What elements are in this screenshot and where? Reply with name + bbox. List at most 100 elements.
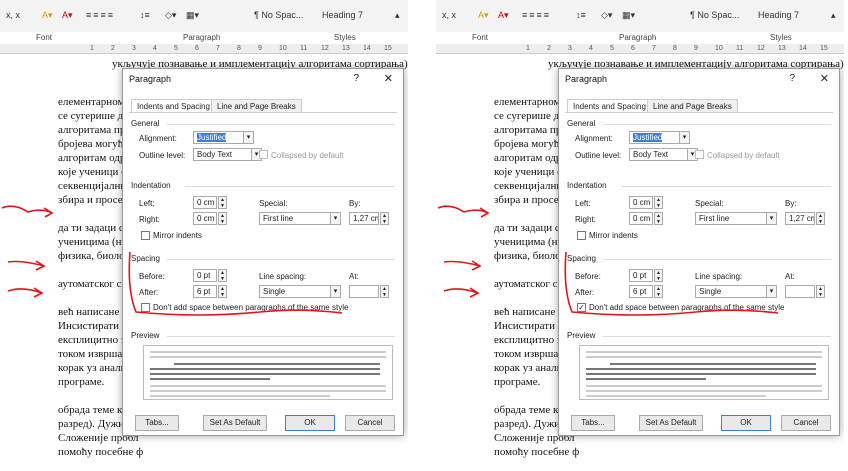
at-stepper[interactable]: ▲ ▼ [816, 285, 825, 298]
special-label: Special: [259, 199, 288, 208]
tabs-button[interactable]: Tabs... [135, 415, 179, 431]
general-divider [603, 124, 831, 125]
at-input[interactable] [785, 285, 815, 298]
chevron-down-icon[interactable]: ▾ [330, 212, 341, 225]
collapsed-checkbox[interactable] [695, 150, 704, 159]
before-input[interactable]: 0 pt [193, 269, 217, 282]
style-no-spacing[interactable]: ¶ No Spac... [254, 10, 303, 20]
borders-icon[interactable]: ▦▾ [622, 10, 635, 21]
by-stepper[interactable]: ▲ ▼ [816, 212, 825, 225]
by-input[interactable]: 1,27 cm [349, 212, 379, 225]
at-label: At: [785, 272, 795, 281]
close-icon[interactable]: ✕ [384, 72, 393, 85]
chevron-down-icon[interactable]: ▾ [330, 285, 341, 298]
ok-button[interactable]: OK [285, 415, 335, 431]
right-indent-label: Right: [139, 215, 160, 224]
before-stepper[interactable]: ▲ ▼ [218, 269, 227, 282]
after-input[interactable]: 6 pt [629, 285, 653, 298]
tabs-button[interactable]: Tabs... [571, 415, 615, 431]
collapsed-checkbox[interactable] [259, 150, 268, 159]
tab-indents-and-spacing[interactable]: Indents and Spacing [131, 99, 216, 113]
paragraph-group-label: Paragraph [619, 33, 657, 42]
align-icons[interactable]: ≡≡≡≡ [86, 10, 115, 20]
right-indent-stepper[interactable]: ▲ ▼ [654, 212, 663, 225]
chevron-down-icon[interactable]: ▾ [766, 212, 777, 225]
chevron-down-icon[interactable]: ▾ [766, 285, 777, 298]
left-indent-stepper[interactable]: ▲ ▼ [218, 196, 227, 209]
after-stepper[interactable]: ▲ ▼ [218, 285, 227, 298]
right-indent-input[interactable]: 0 cm [629, 212, 653, 225]
tab-indents-and-spacing[interactable]: Indents and Spacing [567, 99, 652, 113]
by-stepper[interactable]: ▲ ▼ [380, 212, 389, 225]
mirror-indents-checkbox[interactable] [141, 231, 150, 240]
right-indent-input[interactable]: 0 cm [193, 212, 217, 225]
indentation-heading: Indentation [567, 181, 607, 190]
special-select[interactable]: First line [695, 212, 767, 225]
line-spacing-icon[interactable]: ↕≡ [140, 10, 150, 20]
line-spacing-select[interactable]: Single [695, 285, 767, 298]
left-indent-label: Left: [139, 199, 155, 208]
tab-line-and-page-breaks[interactable]: Line and Page Breaks [211, 99, 302, 113]
dont-add-space-checkbox[interactable] [141, 303, 150, 312]
style-no-spacing[interactable]: ¶ No Spac... [690, 10, 739, 20]
styles-scroll-icon[interactable]: ▴ [395, 10, 400, 21]
left-indent-input[interactable]: 0 cm [193, 196, 217, 209]
chevron-down-icon[interactable]: ▾ [243, 131, 254, 144]
ruler-number: 7 [652, 45, 656, 52]
right-indent-stepper[interactable]: ▲ ▼ [218, 212, 227, 225]
before-input[interactable]: 0 pt [629, 269, 653, 282]
at-stepper[interactable]: ▲ ▼ [380, 285, 389, 298]
cancel-button[interactable]: Cancel [781, 415, 831, 431]
shading-icon[interactable]: ◇▾ [165, 10, 176, 21]
subscript-superscript-icons[interactable]: x, x [6, 10, 20, 20]
set-as-default-button[interactable]: Set As Default [639, 415, 703, 431]
highlight-icon[interactable]: A▾ [42, 10, 53, 21]
tab-line-and-page-breaks[interactable]: Line and Page Breaks [647, 99, 738, 113]
chevron-down-icon[interactable]: ▾ [679, 131, 690, 144]
paragraph-dialog: Paragraph ? ✕ Indents and Spacing Line a… [122, 68, 404, 436]
help-icon[interactable]: ? [353, 73, 359, 84]
document-line: помоћу посебне ф [494, 446, 580, 458]
outline-level-select[interactable]: Body Text [629, 148, 689, 161]
highlight-icon[interactable]: A▾ [478, 10, 489, 21]
set-as-default-button[interactable]: Set As Default [203, 415, 267, 431]
style-heading-7[interactable]: Heading 7 [758, 10, 799, 20]
styles-scroll-icon[interactable]: ▴ [831, 10, 836, 21]
font-color-icon[interactable]: A▾ [498, 10, 509, 21]
after-input[interactable]: 6 pt [193, 285, 217, 298]
shading-icon[interactable]: ◇▾ [601, 10, 612, 21]
right-indent-label: Right: [575, 215, 596, 224]
left-indent-stepper[interactable]: ▲ ▼ [654, 196, 663, 209]
general-heading: General [567, 119, 596, 128]
cancel-button[interactable]: Cancel [345, 415, 395, 431]
styles-group-label: Styles [770, 33, 792, 42]
before-stepper[interactable]: ▲ ▼ [654, 269, 663, 282]
after-stepper[interactable]: ▲ ▼ [654, 285, 663, 298]
left-indent-input[interactable]: 0 cm [629, 196, 653, 209]
ruler-number: 6 [195, 45, 199, 52]
after-label: After: [139, 288, 159, 297]
by-input[interactable]: 1,27 cm [785, 212, 815, 225]
style-heading-7[interactable]: Heading 7 [322, 10, 363, 20]
spacing-divider [167, 259, 395, 260]
close-icon[interactable]: ✕ [820, 72, 829, 85]
ruler-number: 1 [526, 45, 530, 52]
help-icon[interactable]: ? [789, 73, 795, 84]
ok-button[interactable]: OK [721, 415, 771, 431]
font-color-icon[interactable]: A▾ [62, 10, 73, 21]
mirror-indents-checkbox[interactable] [577, 231, 586, 240]
special-select[interactable]: First line [259, 212, 331, 225]
at-input[interactable] [349, 285, 379, 298]
left-indent-label: Left: [575, 199, 591, 208]
outline-level-select[interactable]: Body Text [193, 148, 253, 161]
line-spacing-icon[interactable]: ↕≡ [576, 10, 586, 20]
document-line: које ученици са [494, 166, 568, 178]
alignment-select[interactable]: Justified [197, 133, 227, 142]
align-icons[interactable]: ≡≡≡≡ [522, 10, 551, 20]
alignment-select[interactable]: Justified [633, 133, 663, 142]
ruler-number: 2 [547, 45, 551, 52]
dont-add-space-checkbox[interactable]: ✓ [577, 303, 586, 312]
line-spacing-select[interactable]: Single [259, 285, 331, 298]
borders-icon[interactable]: ▦▾ [186, 10, 199, 21]
subscript-superscript-icons[interactable]: x, x [442, 10, 456, 20]
